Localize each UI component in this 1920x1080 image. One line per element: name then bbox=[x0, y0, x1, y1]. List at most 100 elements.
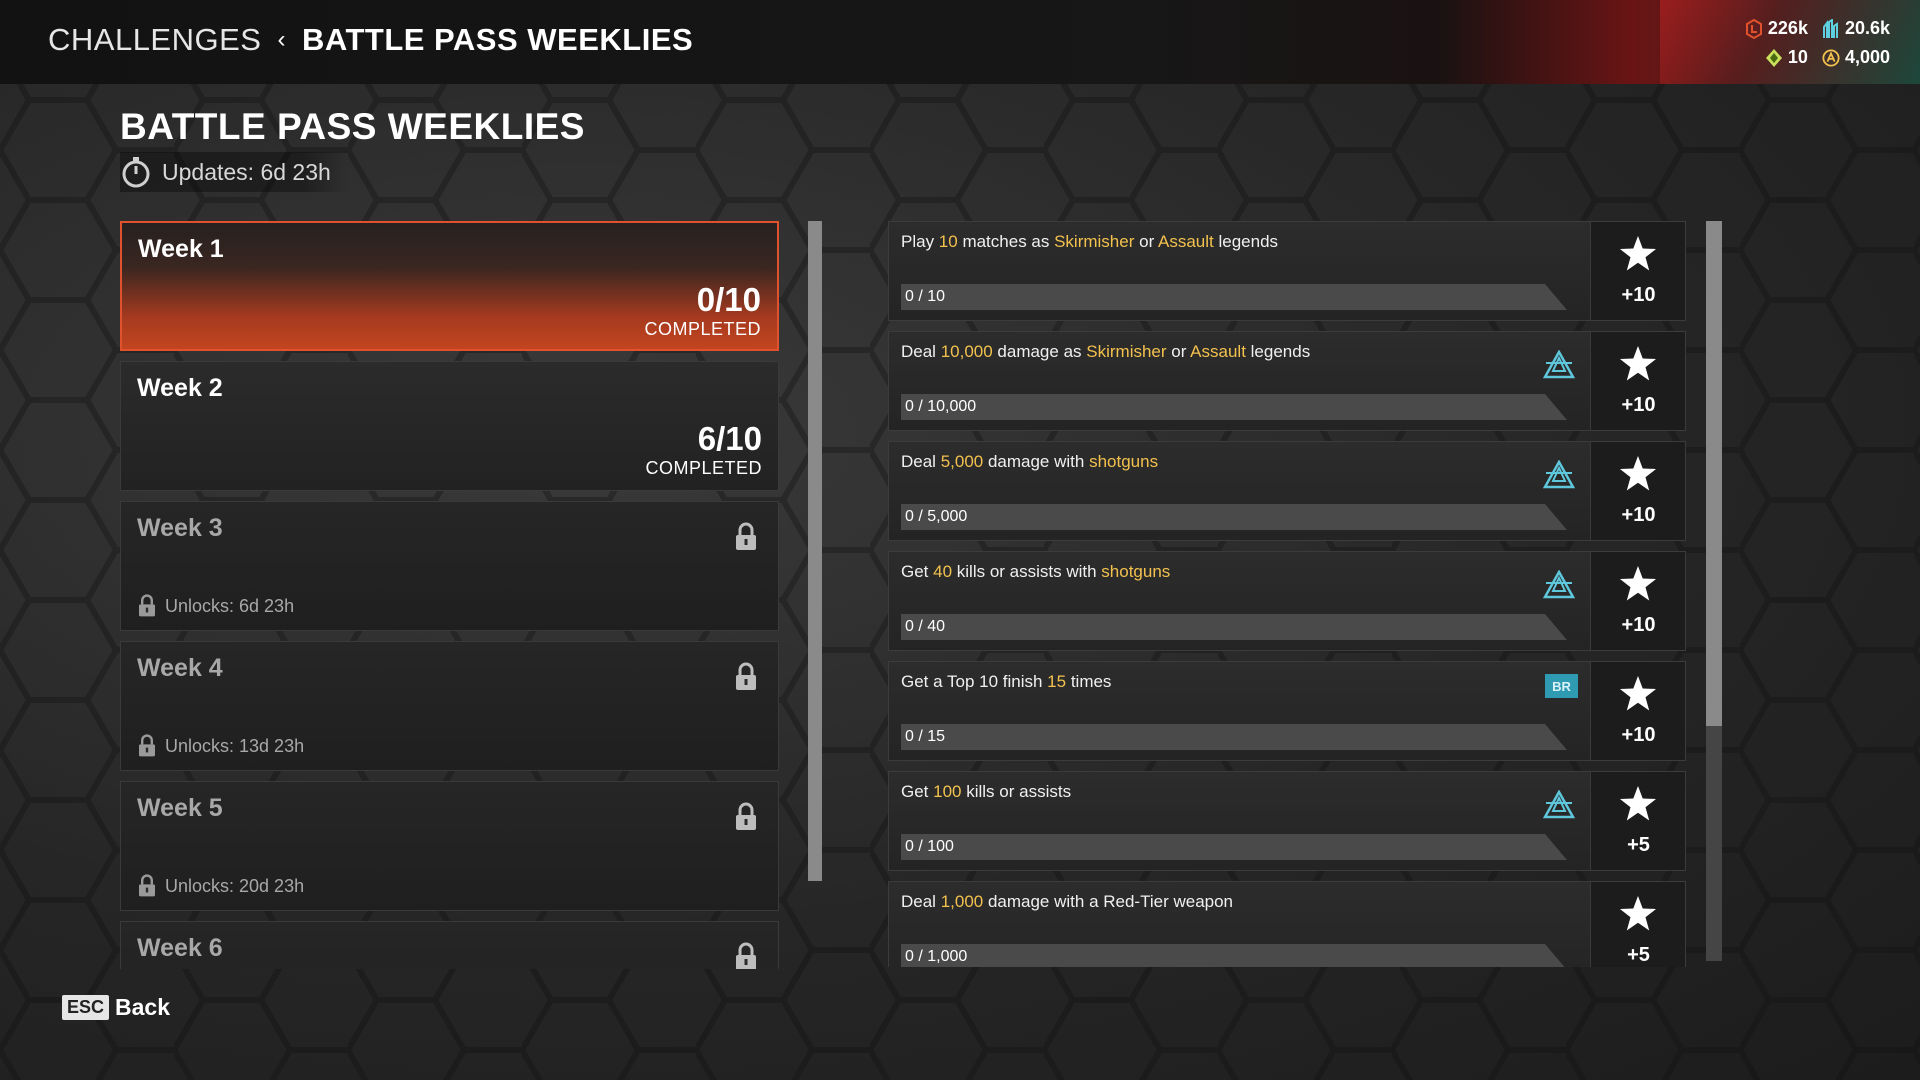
highlight-text: shotguns bbox=[1101, 562, 1171, 581]
description-text: Get a Top 10 finish bbox=[901, 672, 1048, 691]
mode-tag-br: BR bbox=[1545, 674, 1578, 698]
updates-text: Updates: 6d 23h bbox=[162, 158, 331, 185]
challenge-row[interactable]: Deal 10,000 damage as Skirmisher or Assa… bbox=[888, 331, 1686, 431]
challenge-description: Play 10 matches as Skirmisher or Assault… bbox=[901, 232, 1278, 252]
description-text: kills or assists bbox=[961, 782, 1072, 801]
challenges-scrollbar-thumb[interactable] bbox=[1706, 221, 1722, 726]
breadcrumb-current: BATTLE PASS WEEKLIES bbox=[301, 22, 694, 57]
chevron-left-icon: ‹ bbox=[277, 26, 286, 53]
description-text: or bbox=[1134, 232, 1159, 251]
challenge-row[interactable]: Play 10 matches as Skirmisher or Assault… bbox=[888, 221, 1686, 321]
challenge-description: Get 40 kills or assists with shotguns bbox=[901, 562, 1170, 582]
challenge-progress-bar bbox=[901, 724, 1567, 750]
exotic-shards-icon bbox=[1765, 48, 1783, 68]
reward-value: +5 bbox=[1627, 944, 1650, 966]
challenge-row[interactable]: Deal 1,000 damage with a Red-Tier weapon… bbox=[888, 881, 1686, 967]
challenge-progress-bar bbox=[901, 944, 1567, 967]
highlight-text: 40 bbox=[933, 562, 953, 581]
updates-timer: Updates: 6d 23h bbox=[120, 152, 347, 192]
description-text: matches as bbox=[957, 232, 1055, 251]
reward-value: +10 bbox=[1621, 284, 1656, 306]
challenge-row[interactable]: Get 40 kills or assists with shotguns 0 … bbox=[888, 551, 1686, 651]
description-text: Deal bbox=[901, 452, 941, 471]
breadcrumb: CHALLENGES ‹ BATTLE PASS WEEKLIES bbox=[48, 22, 693, 58]
week-name: Week 1 bbox=[138, 235, 224, 263]
legend-tokens-icon bbox=[1745, 18, 1763, 39]
description-text: damage as bbox=[992, 342, 1087, 361]
apex-coins: 4,000 bbox=[1822, 47, 1890, 68]
currency-display: 226k 20.6k 10 4,000 bbox=[1745, 18, 1890, 76]
description-text: damage with bbox=[983, 452, 1090, 471]
challenge-row[interactable]: Get 100 kills or assists 0 / 100 +5 bbox=[888, 771, 1686, 871]
challenge-row[interactable]: Get a Top 10 finish 15 times 0 / 15 +10 … bbox=[888, 661, 1686, 761]
lock-icon bbox=[736, 662, 756, 690]
week-card-2[interactable]: Week 2 6/10 COMPLETED bbox=[120, 361, 779, 491]
exotic-shards: 10 bbox=[1765, 47, 1808, 68]
unlock-text: Unlocks: 13d 23h bbox=[165, 735, 305, 756]
challenge-progress-text: 0 / 100 bbox=[905, 838, 954, 855]
weeks-scrollbar[interactable] bbox=[808, 221, 822, 881]
challenge-description: Deal 10,000 damage as Skirmisher or Assa… bbox=[901, 342, 1310, 362]
challenge-reward: +5 bbox=[1590, 882, 1685, 967]
crafting-metals: 20.6k bbox=[1822, 18, 1890, 39]
week-completed-label: COMPLETED bbox=[644, 319, 761, 339]
week-name: Week 6 bbox=[137, 934, 223, 962]
highlight-text: Assault bbox=[1158, 232, 1214, 251]
any-mode-icon bbox=[1542, 350, 1576, 379]
any-mode-icon bbox=[1542, 790, 1576, 819]
description-text: legends bbox=[1213, 232, 1279, 251]
lock-icon bbox=[139, 734, 155, 757]
lock-icon bbox=[736, 802, 756, 830]
lock-icon bbox=[736, 522, 756, 550]
highlight-text: 10,000 bbox=[940, 342, 993, 361]
challenge-progress-text: 0 / 10,000 bbox=[905, 398, 977, 415]
week-completed-label: COMPLETED bbox=[645, 458, 762, 478]
challenge-progress-text: 0 / 40 bbox=[905, 618, 946, 635]
week-card-5[interactable]: Week 5 Unlocks: 20d 23h bbox=[120, 781, 779, 911]
week-name: Week 3 bbox=[137, 514, 223, 542]
breadcrumb-challenges[interactable]: CHALLENGES bbox=[48, 22, 261, 58]
challenge-progress-bar bbox=[901, 394, 1567, 420]
highlight-text: Skirmisher bbox=[1054, 232, 1135, 251]
challenge-description: Get 100 kills or assists bbox=[901, 782, 1071, 802]
description-text: Get bbox=[901, 782, 934, 801]
challenge-reward: +10 bbox=[1590, 222, 1685, 320]
challenge-progress-text: 0 / 15 bbox=[905, 728, 946, 745]
reward-value: +10 bbox=[1621, 724, 1656, 746]
highlight-text: 100 bbox=[933, 782, 962, 801]
highlight-text: 15 bbox=[1047, 672, 1067, 691]
reward-value: +10 bbox=[1621, 614, 1656, 636]
back-button[interactable]: ESC Back bbox=[62, 994, 170, 1021]
challenge-reward: +5 bbox=[1590, 772, 1685, 870]
week-card-6[interactable]: Week 6 bbox=[120, 921, 779, 969]
reward-value: +5 bbox=[1627, 834, 1650, 856]
apex-coins-value: 4,000 bbox=[1844, 47, 1890, 67]
page-title: BATTLE PASS WEEKLIES bbox=[120, 106, 585, 147]
week-progress: 0/10 bbox=[696, 281, 761, 318]
challenges-list: Play 10 matches as Skirmisher or Assault… bbox=[888, 221, 1686, 967]
unlock-timer: Unlocks: 6d 23h bbox=[137, 594, 294, 618]
unlock-timer: Unlocks: 13d 23h bbox=[137, 734, 304, 758]
week-card-1[interactable]: Week 1 0/10 COMPLETED bbox=[120, 221, 779, 351]
challenge-reward: +10 bbox=[1590, 442, 1685, 540]
unlock-timer: Unlocks: 20d 23h bbox=[137, 874, 304, 898]
highlight-text: 5,000 bbox=[940, 452, 984, 471]
description-text: damage with a Red-Tier weapon bbox=[983, 892, 1234, 911]
reward-value: +10 bbox=[1621, 394, 1656, 416]
week-card-4[interactable]: Week 4 Unlocks: 13d 23h bbox=[120, 641, 779, 771]
star-icon bbox=[1620, 456, 1656, 491]
legend-tokens-value: 226k bbox=[1767, 18, 1808, 38]
challenge-progress-bar bbox=[901, 504, 1567, 530]
week-progress: 6/10 bbox=[697, 420, 762, 457]
challenge-progress-text: 0 / 1,000 bbox=[905, 948, 968, 965]
star-icon bbox=[1620, 896, 1656, 931]
challenge-row[interactable]: Deal 5,000 damage with shotguns 0 / 5,00… bbox=[888, 441, 1686, 541]
week-card-3[interactable]: Week 3 Unlocks: 6d 23h bbox=[120, 501, 779, 631]
any-mode-icon bbox=[1542, 570, 1576, 599]
lock-icon bbox=[139, 874, 155, 897]
star-icon bbox=[1620, 236, 1656, 271]
challenge-reward: +10 bbox=[1590, 332, 1685, 430]
description-text: Deal bbox=[901, 342, 941, 361]
star-icon bbox=[1620, 566, 1656, 601]
challenge-progress-bar bbox=[901, 834, 1567, 860]
